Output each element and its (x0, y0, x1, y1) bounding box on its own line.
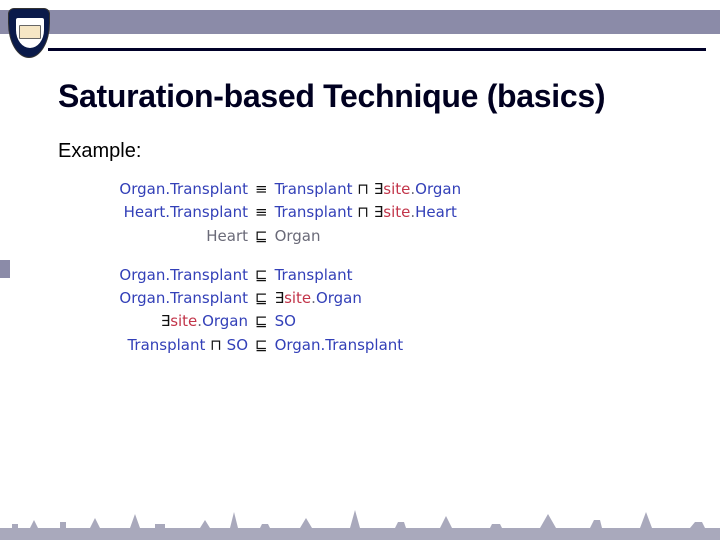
equiv-symbol: ≡ (248, 201, 275, 224)
axiom-row: ∃ site . Organ ⊑ SO (58, 310, 662, 333)
university-crest (8, 8, 50, 58)
concept: Transplant (275, 264, 353, 287)
exists-symbol: ∃ (275, 287, 284, 310)
concept: Organ.Transplant (275, 334, 404, 357)
exists-symbol: ∃ (374, 178, 383, 201)
axiom-row: Organ.Transplant ⊑ ∃ site . Organ (58, 287, 662, 310)
example-label: Example: (58, 140, 141, 163)
role: site (284, 287, 311, 310)
header-rule (48, 48, 706, 51)
concept: Heart.Transplant (124, 201, 248, 224)
axiom-row: Heart ⊑ Organ (58, 225, 662, 248)
skyline-decoration (0, 500, 720, 540)
concept: Heart (206, 225, 248, 248)
side-marker (0, 260, 10, 278)
sqcap-symbol: ⊓ (210, 334, 222, 357)
concept: Organ.Transplant (119, 287, 248, 310)
concept: SO (275, 310, 296, 333)
concept: Heart (415, 201, 457, 224)
concept: Organ (415, 178, 461, 201)
header-bar (0, 10, 720, 34)
subsume-symbol: ⊑ (248, 334, 275, 357)
role: site (170, 310, 197, 333)
equiv-symbol: ≡ (248, 178, 275, 201)
subsume-symbol: ⊑ (248, 310, 275, 333)
concept: SO (227, 334, 248, 357)
concept: Organ (202, 310, 248, 333)
subsume-symbol: ⊑ (248, 287, 275, 310)
page-title: Saturation-based Technique (basics) (58, 78, 605, 115)
axiom-row: Heart.Transplant ≡ Transplant ⊓ ∃ site .… (58, 201, 662, 224)
axiom-row: Organ.Transplant ⊑ Transplant (58, 264, 662, 287)
concept: Transplant (127, 334, 205, 357)
axiom-gap (58, 248, 662, 264)
role: site (383, 178, 410, 201)
sqcap-symbol: ⊓ (357, 178, 369, 201)
axiom-list: Organ.Transplant ≡ Transplant ⊓ ∃ site .… (58, 178, 662, 357)
subsume-symbol: ⊑ (248, 225, 275, 248)
concept: Organ (275, 225, 321, 248)
concept: Organ (316, 287, 362, 310)
sqcap-symbol: ⊓ (357, 201, 369, 224)
concept: Organ.Transplant (119, 178, 248, 201)
concept: Transplant (275, 201, 353, 224)
exists-symbol: ∃ (161, 310, 170, 333)
axiom-row: Transplant ⊓ SO ⊑ Organ.Transplant (58, 334, 662, 357)
role: site (383, 201, 410, 224)
concept: Transplant (275, 178, 353, 201)
axiom-row: Organ.Transplant ≡ Transplant ⊓ ∃ site .… (58, 178, 662, 201)
subsume-symbol: ⊑ (248, 264, 275, 287)
concept: Organ.Transplant (119, 264, 248, 287)
exists-symbol: ∃ (374, 201, 383, 224)
